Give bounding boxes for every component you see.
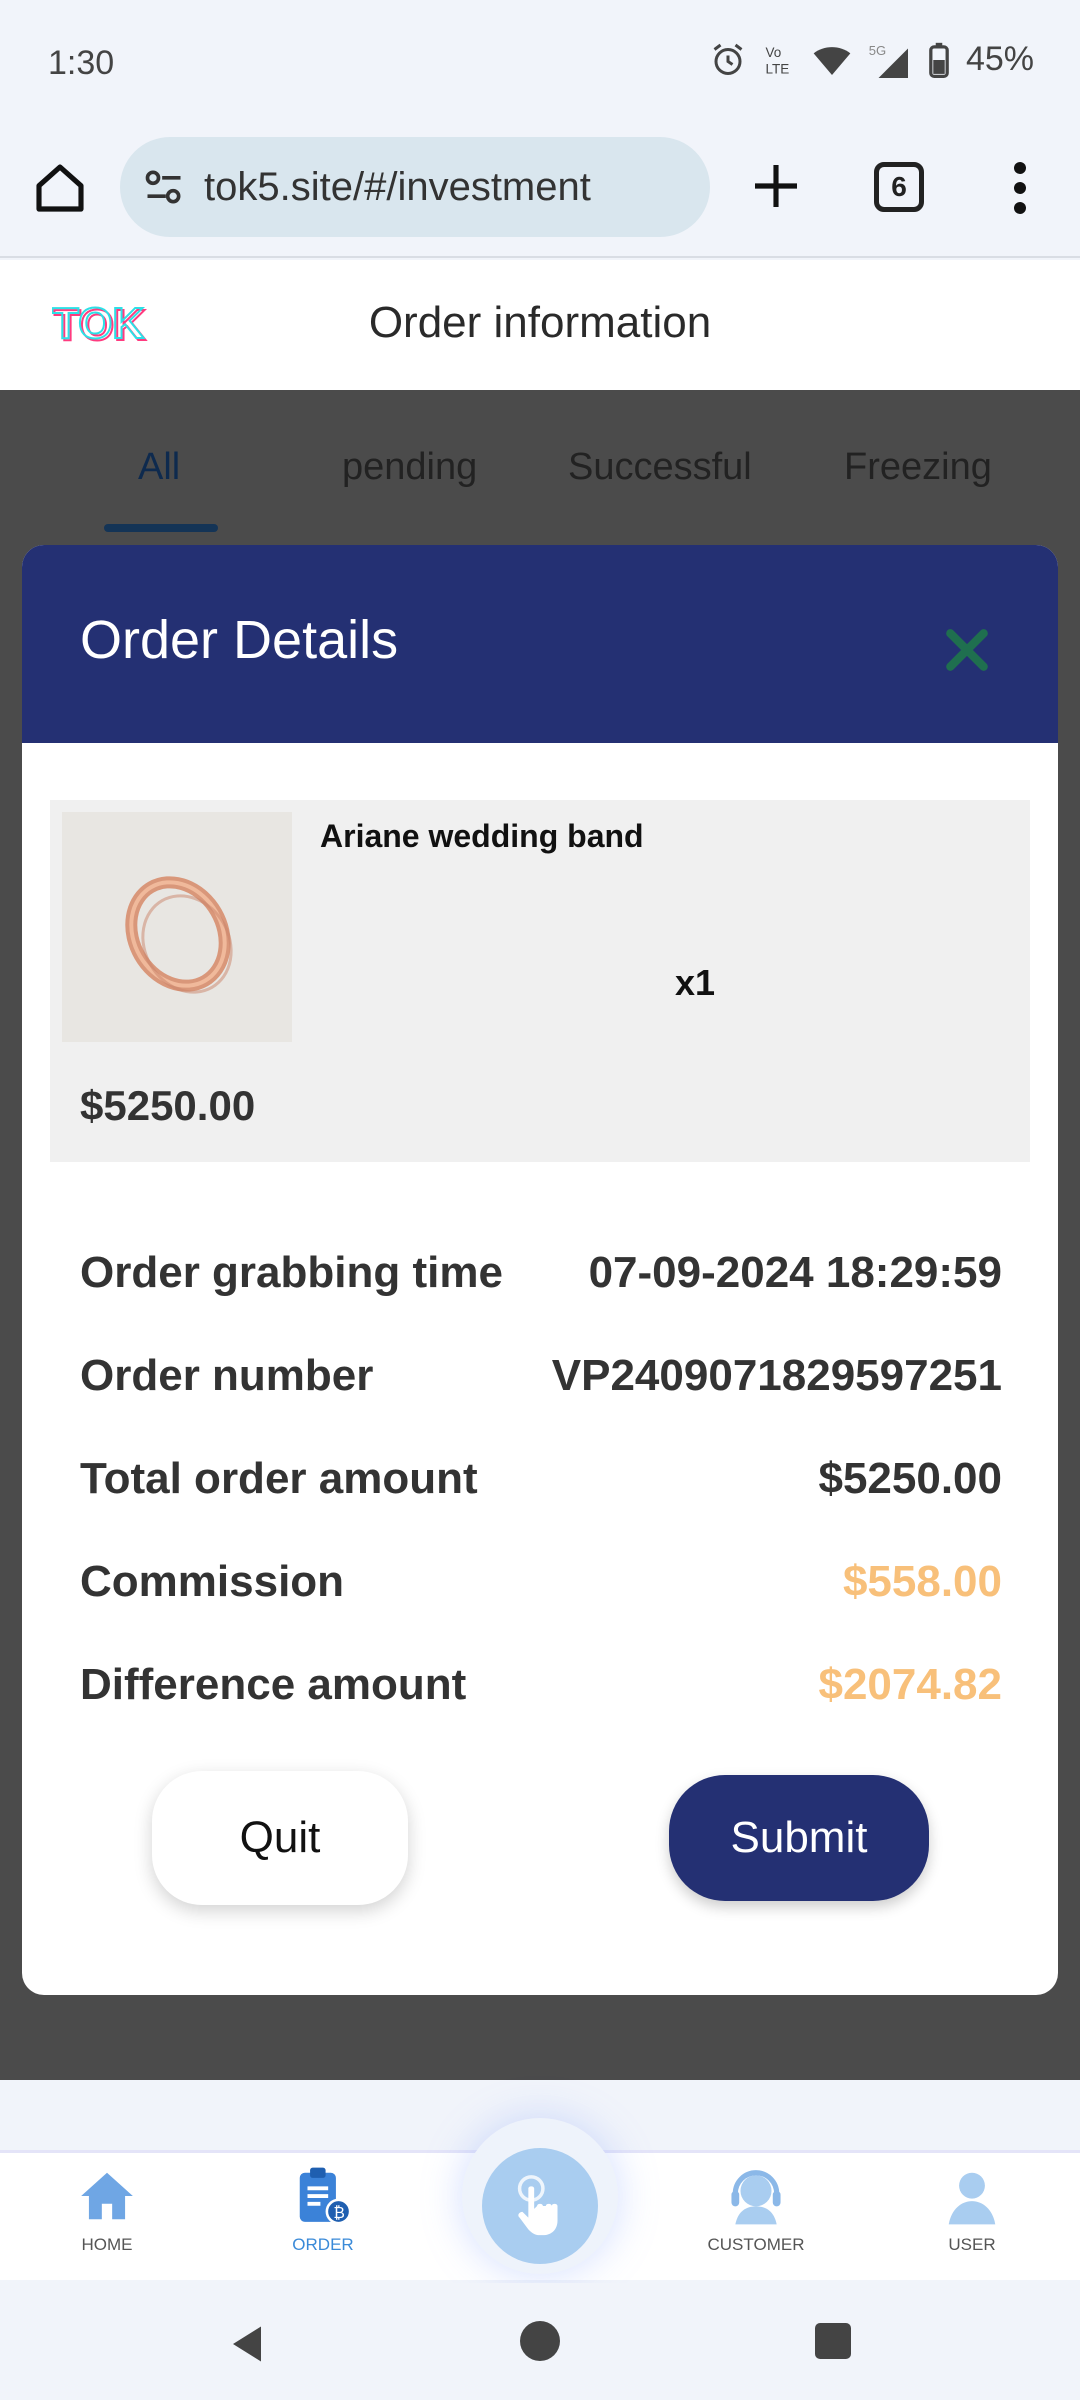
detail-row-commission: Commission $558.00 — [80, 1552, 1002, 1612]
order-icon: ₿ — [299, 2167, 352, 2225]
svg-text:LTE: LTE — [765, 61, 789, 76]
product-card: Ariane wedding band x1 $5250.00 — [50, 800, 1030, 1162]
submit-button[interactable]: Submit — [669, 1775, 929, 1901]
svg-text:5G: 5G — [869, 43, 886, 58]
svg-text:Vo: Vo — [765, 45, 781, 60]
detail-value: $5250.00 — [818, 1454, 1002, 1503]
modal-header: Order Details — [22, 545, 1058, 743]
detail-label: Difference amount — [80, 1660, 467, 1709]
active-tab-indicator — [104, 524, 218, 532]
status-icons: Vo LTE 5G 45% — [710, 40, 1034, 79]
detail-row-grab-time: Order grabbing time 07-09-2024 18:29:59 — [80, 1243, 1002, 1303]
product-price: $5250.00 — [80, 1082, 256, 1129]
nav-label: USER — [948, 2235, 996, 2254]
detail-row-total-amount: Total order amount $5250.00 — [80, 1449, 1002, 1509]
detail-value: $558.00 — [842, 1557, 1002, 1606]
order-tabs: All pending Successful Freezing — [0, 390, 1080, 540]
quit-button[interactable]: Quit — [152, 1771, 408, 1905]
nav-grab-order-button[interactable] — [482, 2148, 598, 2264]
modal-title: Order Details — [80, 610, 399, 670]
status-bar: 1:30 Vo LTE 5G 45% — [0, 0, 1080, 128]
battery-percent: 45% — [965, 40, 1034, 78]
detail-label: Order number — [80, 1351, 374, 1400]
close-icon[interactable] — [942, 625, 992, 675]
nav-home[interactable]: HOME — [32, 2165, 182, 2255]
detail-row-difference-amount: Difference amount $2074.82 — [80, 1655, 1002, 1715]
detail-row-order-number: Order number VP2409071829597251 — [80, 1346, 1002, 1406]
detail-value: VP2409071829597251 — [551, 1351, 1002, 1400]
browser-home-icon[interactable] — [32, 160, 88, 216]
wifi-icon — [813, 46, 851, 75]
page-title: Order information — [368, 298, 712, 347]
address-bar[interactable]: tok5.site/#/investment — [120, 137, 710, 237]
new-tab-icon[interactable] — [748, 158, 804, 214]
status-time: 1:30 — [48, 44, 115, 82]
product-quantity: x1 — [675, 962, 716, 1003]
url-text[interactable]: tok5.site/#/investment — [204, 165, 591, 210]
signal-5g-icon: 5G — [869, 43, 908, 78]
tab-successful[interactable]: Successful — [568, 446, 752, 489]
volte-icon: VoLTE — [765, 45, 789, 77]
nav-customer[interactable]: CUSTOMER — [681, 2165, 831, 2255]
svg-text:₿: ₿ — [333, 2205, 344, 2222]
nav-label: HOME — [81, 2235, 133, 2254]
tab-freezing[interactable]: Freezing — [844, 446, 992, 489]
order-details-modal: Order Details Ariane wedding band x1 $52… — [22, 545, 1058, 1995]
detail-value: $2074.82 — [818, 1660, 1002, 1709]
tab-pending[interactable]: pending — [342, 446, 477, 489]
site-settings-icon[interactable] — [142, 165, 186, 209]
tap-hand-icon — [517, 2175, 558, 2236]
detail-value: 07-09-2024 18:29:59 — [588, 1248, 1002, 1297]
nav-user[interactable]: USER — [897, 2165, 1047, 2255]
system-back-icon[interactable] — [226, 2323, 268, 2365]
app-header: TOK TOK Order information — [0, 260, 1080, 390]
alarm-icon — [713, 43, 743, 75]
tab-switcher-button[interactable]: 6 — [874, 162, 924, 212]
ring-product-image — [62, 812, 292, 1042]
detail-label: Commission — [80, 1557, 345, 1606]
nav-label: ORDER — [292, 2235, 354, 2254]
system-recents-icon[interactable] — [815, 2323, 851, 2359]
home-icon — [81, 2172, 133, 2220]
detail-label: Total order amount — [80, 1454, 478, 1503]
browser-toolbar: tok5.site/#/investment 6 — [0, 128, 1080, 258]
system-home-icon[interactable] — [520, 2321, 560, 2361]
tab-all[interactable]: All — [138, 446, 180, 489]
overflow-menu-icon[interactable] — [1000, 158, 1040, 218]
user-icon — [948, 2172, 996, 2225]
nav-order[interactable]: ₿ ORDER — [248, 2165, 398, 2255]
battery-icon — [929, 42, 949, 78]
nav-label: CUSTOMER — [707, 2235, 805, 2254]
headset-icon — [731, 2170, 781, 2225]
product-name: Ariane wedding band — [320, 818, 644, 854]
detail-label: Order grabbing time — [80, 1248, 503, 1297]
system-navigation — [0, 2283, 1080, 2400]
